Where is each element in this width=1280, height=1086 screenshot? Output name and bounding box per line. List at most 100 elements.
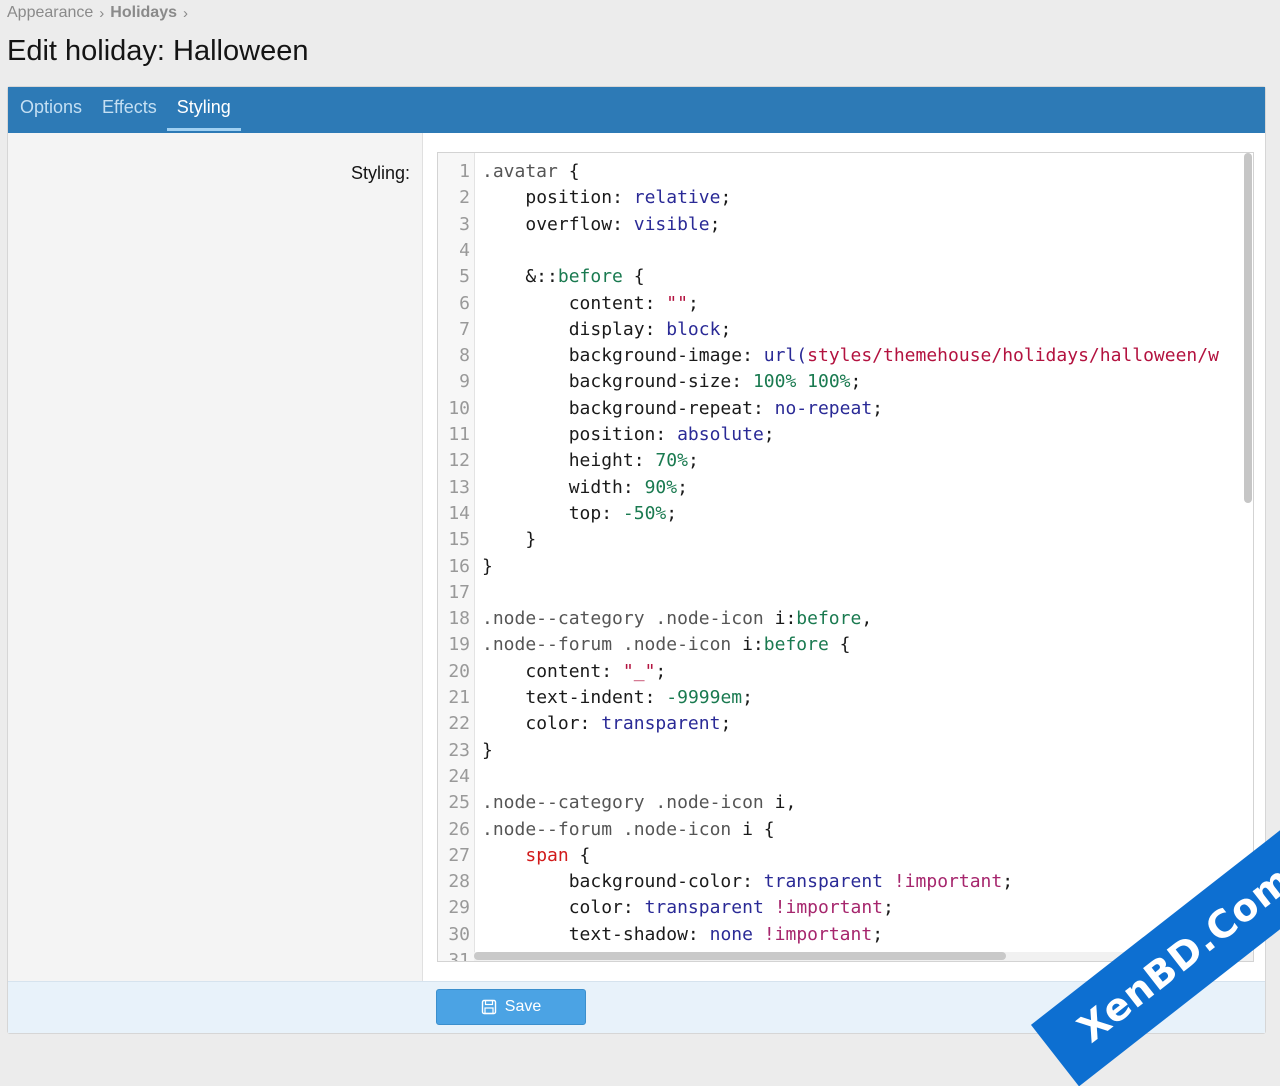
code-token: content [568,292,645,314]
code-token: : [644,292,667,314]
breadcrumb-item-appearance[interactable]: Appearance [7,4,93,22]
code-token: position [525,187,613,209]
code-token: text-shadow [568,923,688,945]
code-token: , [861,608,873,630]
code-text: } [482,527,536,553]
styling-label: Styling: [350,163,410,183]
code-token: : [742,871,764,893]
code-token: .node--category .node-icon [482,608,775,630]
code-token: : [601,660,623,682]
code-token: !important [893,871,1003,893]
code-text: } [482,554,493,580]
code-token: span [525,844,569,866]
form-label-column: Styling: [8,133,423,981]
line-number: 20 [448,660,470,682]
code-token: ; [872,397,884,419]
breadcrumb-separator: › [99,4,105,22]
code-text: background-image: url(styles/themehouse/… [482,343,1219,369]
code-text: width: 90%; [482,475,688,501]
code-token: : [731,371,753,393]
code-token: "_" [622,660,656,682]
vertical-scrollbar-thumb[interactable] [1244,153,1252,503]
tab-styling[interactable]: Styling [166,87,241,131]
code-token: : [579,713,602,735]
tab-bar: Options Effects Styling [8,87,1265,133]
vertical-scrollbar[interactable] [1242,153,1252,961]
line-number: 2 [459,187,470,209]
breadcrumb-item-holidays[interactable]: Holidays [110,4,177,22]
code-token: : [622,897,645,919]
code-text: top: -50%; [482,501,677,527]
code-token: styles/themehouse/holidays/halloween/w [807,345,1219,367]
line-number: 4 [459,239,470,261]
code-token: 100% [752,371,797,393]
code-token: { [622,266,645,288]
code-token: !important [763,923,873,945]
code-text: } [482,738,493,764]
line-number: 11 [448,424,470,445]
tab-options[interactable]: Options [10,87,92,131]
code-token: transparent [644,897,764,919]
code-token: background-image [568,345,743,367]
line-number: 1 [459,161,470,182]
code-text: text-indent: -9999em; [482,685,753,711]
tab-effects[interactable]: Effects [92,87,167,131]
styling-code-editor[interactable]: 1 .avatar {2 position: relative; 3 overflo… [437,152,1254,962]
code-token: before [557,266,623,288]
code-token: : [752,397,775,419]
code-token: i: [774,608,797,630]
code-token: ; [666,502,678,524]
code-token: ; [655,660,667,682]
save-button[interactable]: Save [436,989,586,1025]
code-text: position: relative; [482,185,731,211]
code-token: ; [687,450,699,472]
code-token: text-indent [525,687,645,708]
code-token: i { [742,818,775,840]
line-number: 9 [459,371,470,393]
code-token: ; [763,424,775,445]
code-token: } [482,555,493,577]
code-text: span { [482,843,590,869]
code-token: .node--category .node-icon [482,792,775,814]
code-text: position: absolute; [482,422,775,448]
code-token: ; [677,476,688,498]
code-token: &:: [482,266,558,288]
code-text: .node--forum .node-icon i { [482,817,775,843]
save-icon [481,999,496,1015]
line-number: 31 [448,950,470,962]
code-token: : [655,424,678,445]
code-token: content [525,660,602,682]
line-number: 5 [459,266,470,288]
code-token: { [557,161,580,182]
breadcrumb: Appearance › Holidays › [7,3,194,23]
code-token: overflow [525,213,613,235]
code-text: color: transparent; [482,711,731,737]
code-token: no-repeat [774,397,873,419]
code-text: background-repeat: no-repeat; [482,396,883,422]
code-token: .node--forum .node-icon [482,634,743,656]
horizontal-scrollbar-thumb[interactable] [474,952,1006,960]
code-token: ; [872,923,884,945]
code-token: -50% [622,502,667,524]
code-text: color: transparent !important; [482,895,894,921]
code-token: 90% [644,476,678,498]
code-token: ; [720,713,732,735]
line-number: 10 [448,397,470,419]
code-token: "" [666,292,688,314]
code-token: { [828,634,851,656]
code-token: background-color [568,871,743,893]
line-number: 27 [448,844,470,866]
code-token: : [742,345,764,367]
